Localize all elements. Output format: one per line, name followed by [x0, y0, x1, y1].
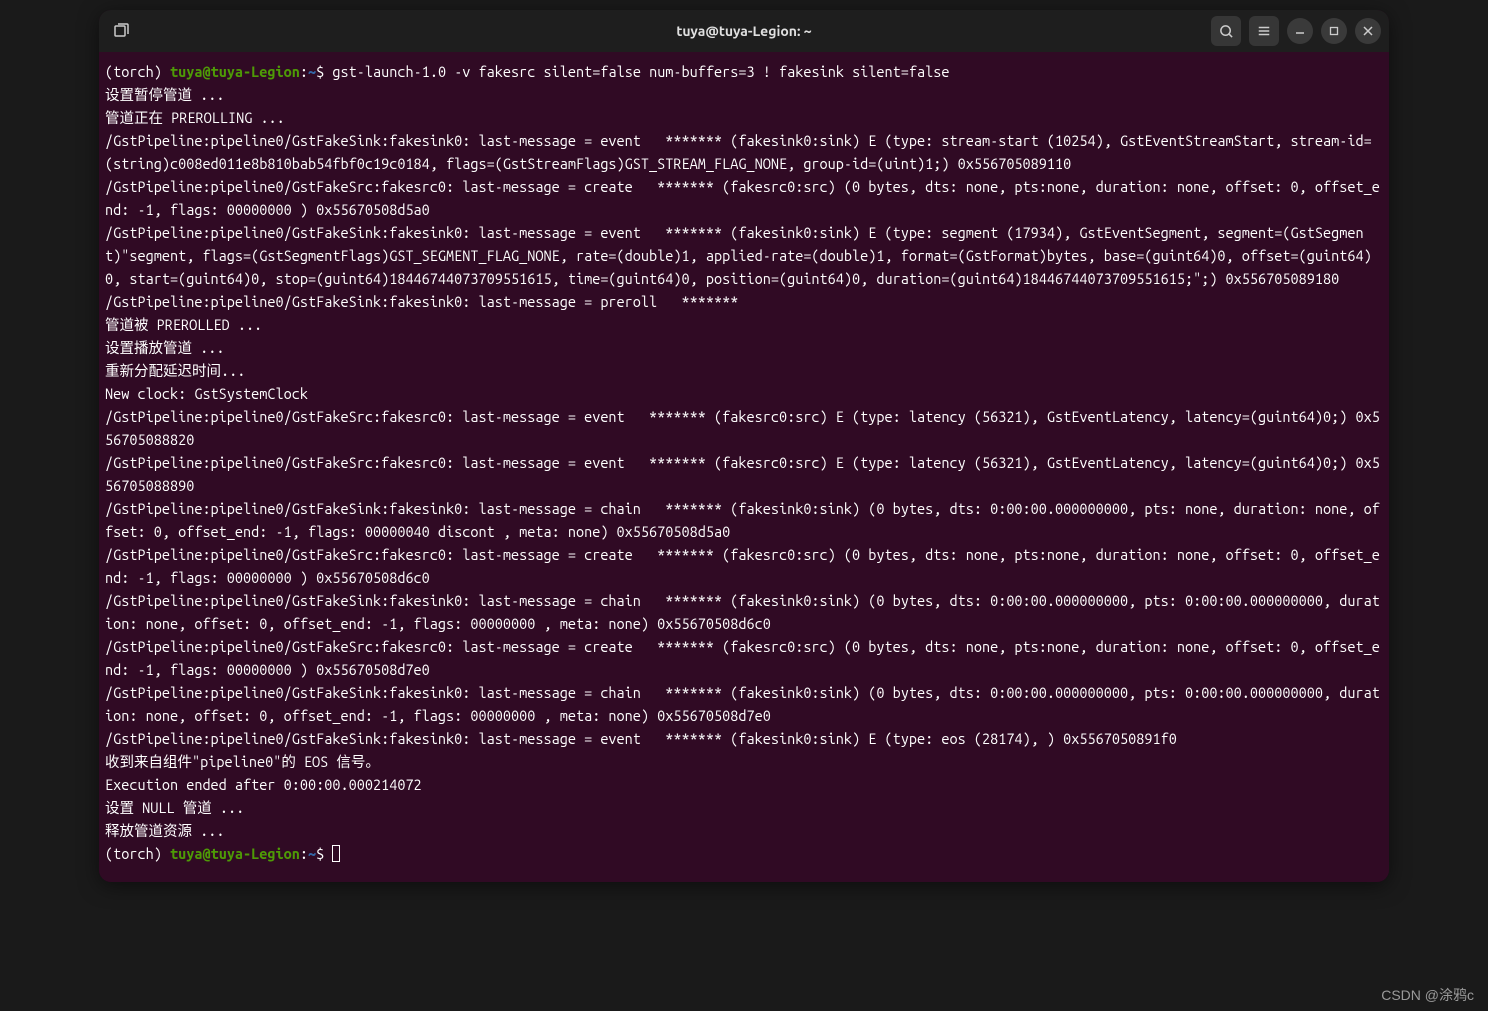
- prompt-user-host: tuya@tuya-Legion: [170, 63, 300, 80]
- close-button[interactable]: [1355, 18, 1381, 44]
- output-line: Execution ended after 0:00:00.000214072: [105, 773, 1383, 796]
- output-line: /GstPipeline:pipeline0/GstFakeSink:fakes…: [105, 727, 1383, 750]
- prompt-line-idle: (torch) tuya@tuya-Legion:~$: [105, 842, 1383, 865]
- output-line: 设置暂停管道 ...: [105, 83, 1383, 106]
- terminal-body[interactable]: (torch) tuya@tuya-Legion:~$ gst-launch-1…: [99, 52, 1389, 882]
- output-line: New clock: GstSystemClock: [105, 382, 1383, 405]
- minimize-icon: [1295, 26, 1305, 36]
- output-line: 设置播放管道 ...: [105, 336, 1383, 359]
- close-icon: [1363, 26, 1373, 36]
- maximize-icon: [1329, 26, 1339, 36]
- output-container: 设置暂停管道 ...管道正在 PREROLLING .../GstPipelin…: [105, 83, 1383, 842]
- output-line: 管道正在 PREROLLING ...: [105, 106, 1383, 129]
- output-line: /GstPipeline:pipeline0/GstFakeSink:fakes…: [105, 221, 1383, 290]
- output-line: /GstPipeline:pipeline0/GstFakeSink:fakes…: [105, 681, 1383, 727]
- prompt-env: (torch): [105, 845, 170, 862]
- command-text: gst-launch-1.0 -v fakesrc silent=false n…: [332, 63, 949, 80]
- prompt-dollar: $: [316, 63, 332, 80]
- prompt-dollar: $: [316, 845, 332, 862]
- cursor: [332, 845, 340, 862]
- title-bar-left: [107, 17, 135, 45]
- maximize-button[interactable]: [1321, 18, 1347, 44]
- prompt-line: (torch) tuya@tuya-Legion:~$ gst-launch-1…: [105, 60, 1383, 83]
- prompt-colon: :: [300, 845, 308, 862]
- output-line: /GstPipeline:pipeline0/GstFakeSink:fakes…: [105, 497, 1383, 543]
- prompt-path: ~: [308, 845, 316, 862]
- terminal-window: tuya@tuya-Legion: ~ (torch) tuya@tuya-Le…: [99, 10, 1389, 882]
- output-line: 设置 NULL 管道 ...: [105, 796, 1383, 819]
- search-icon: [1219, 24, 1234, 39]
- output-line: /GstPipeline:pipeline0/GstFakeSrc:fakesr…: [105, 451, 1383, 497]
- title-bar-right: [1211, 16, 1381, 46]
- output-line: /GstPipeline:pipeline0/GstFakeSink:fakes…: [105, 129, 1383, 175]
- output-line: /GstPipeline:pipeline0/GstFakeSrc:fakesr…: [105, 405, 1383, 451]
- output-line: /GstPipeline:pipeline0/GstFakeSrc:fakesr…: [105, 175, 1383, 221]
- hamburger-icon: [1257, 24, 1271, 38]
- new-tab-icon: [113, 23, 129, 39]
- output-line: /GstPipeline:pipeline0/GstFakeSink:fakes…: [105, 589, 1383, 635]
- menu-button[interactable]: [1249, 16, 1279, 46]
- prompt-path: ~: [308, 63, 316, 80]
- output-line: /GstPipeline:pipeline0/GstFakeSrc:fakesr…: [105, 543, 1383, 589]
- prompt-colon: :: [300, 63, 308, 80]
- search-button[interactable]: [1211, 16, 1241, 46]
- new-tab-button[interactable]: [107, 17, 135, 45]
- minimize-button[interactable]: [1287, 18, 1313, 44]
- prompt-env: (torch): [105, 63, 170, 80]
- watermark: CSDN @涂鸦c: [1381, 985, 1474, 1005]
- output-line: /GstPipeline:pipeline0/GstFakeSrc:fakesr…: [105, 635, 1383, 681]
- prompt-user-host: tuya@tuya-Legion: [170, 845, 300, 862]
- output-line: 管道被 PREROLLED ...: [105, 313, 1383, 336]
- title-bar: tuya@tuya-Legion: ~: [99, 10, 1389, 52]
- output-line: 重新分配延迟时间...: [105, 359, 1383, 382]
- output-line: 收到来自组件"pipeline0"的 EOS 信号。: [105, 750, 1383, 773]
- window-title: tuya@tuya-Legion: ~: [676, 23, 811, 39]
- output-line: /GstPipeline:pipeline0/GstFakeSink:fakes…: [105, 290, 1383, 313]
- output-line: 释放管道资源 ...: [105, 819, 1383, 842]
